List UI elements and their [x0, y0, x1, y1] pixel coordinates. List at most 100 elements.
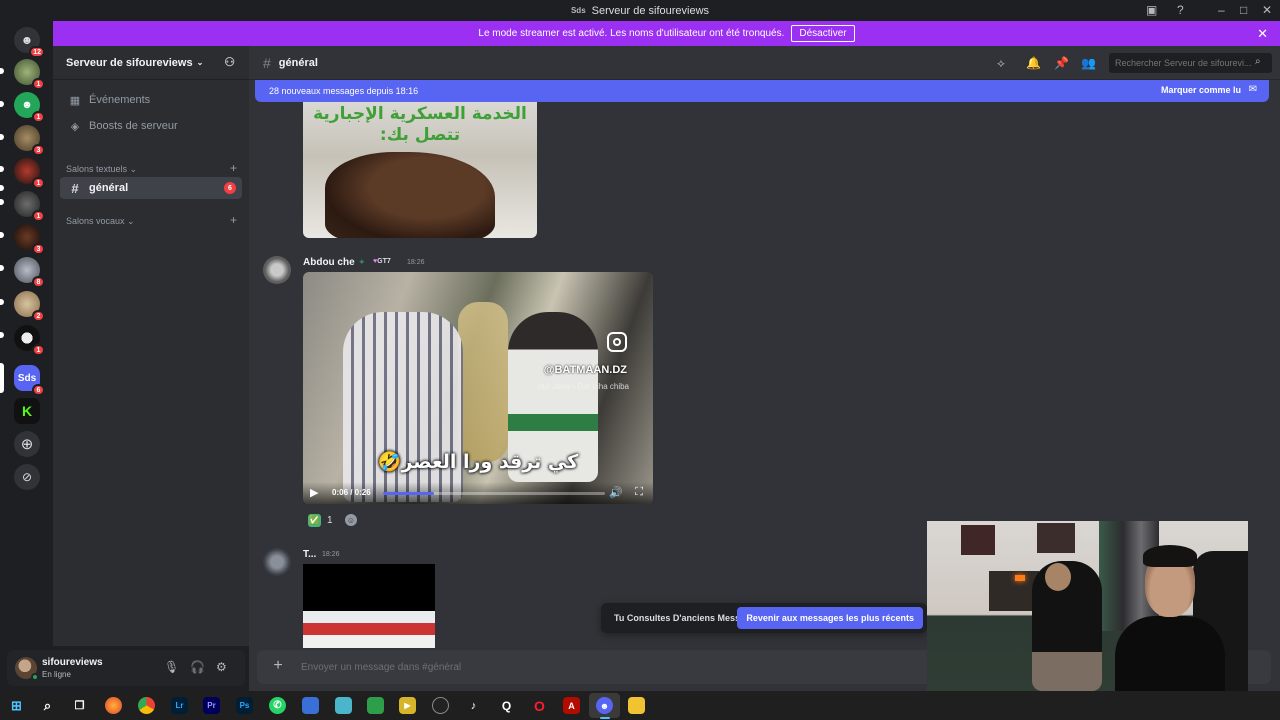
app-yellow-icon[interactable]: ▶: [399, 697, 416, 714]
new-messages-bar[interactable]: 28 nouveaux messages depuis 18:16 Marque…: [255, 80, 1269, 102]
video-progress-slider[interactable]: [383, 492, 605, 495]
category-voice-channels[interactable]: Salons vocaux ⌄: [66, 216, 135, 227]
pin-icon[interactable]: 📌: [1054, 56, 1069, 70]
attach-plus-icon[interactable]: +: [269, 657, 287, 675]
screen-share-icon[interactable]: ▣: [1146, 3, 1157, 17]
create-voice-channel-icon[interactable]: +: [230, 213, 237, 227]
unread-pip: [0, 68, 4, 74]
mark-as-read-button[interactable]: Marquer comme lu: [1161, 85, 1241, 95]
server-icon-4[interactable]: 1: [14, 158, 45, 189]
avatar[interactable]: [263, 548, 291, 576]
unread-pip: [0, 232, 4, 238]
members-icon[interactable]: 👥: [1081, 56, 1096, 70]
firefox-icon[interactable]: [105, 697, 122, 714]
play-icon[interactable]: ▶: [310, 486, 318, 499]
avatar[interactable]: [263, 256, 291, 284]
opera-icon[interactable]: O: [531, 697, 548, 714]
webcam-scene: [1015, 575, 1025, 581]
sidebar-item-boosts[interactable]: ◈ Boosts de serveur: [60, 115, 242, 137]
selected-server-indicator: [0, 363, 4, 393]
category-text-channels[interactable]: Salons textuels ⌄: [66, 164, 137, 175]
video-player[interactable]: @BATMAAN.DZ rad Jaaw • Dor biha chiba كي…: [303, 272, 653, 504]
reaction-pill[interactable]: ✅ 1: [303, 510, 338, 530]
webcam-scene: [961, 525, 995, 555]
server-icon-sds[interactable]: Sds 6: [14, 365, 45, 396]
unread-badge: 2: [32, 310, 45, 322]
unread-pip: [0, 134, 4, 140]
server-icon-1[interactable]: 1: [14, 59, 45, 90]
server-icon-9[interactable]: 1: [14, 325, 45, 356]
add-server-icon[interactable]: ⊕: [14, 431, 40, 457]
message-author[interactable]: T...: [303, 549, 316, 560]
app-green-icon[interactable]: [367, 697, 384, 714]
user-status: En ligne: [42, 670, 71, 679]
acrobat-icon[interactable]: A: [563, 697, 580, 714]
explore-compass-icon[interactable]: ⊘: [14, 464, 40, 490]
file-explorer-icon[interactable]: [628, 697, 645, 714]
server-icon-6[interactable]: 3: [14, 224, 45, 255]
channel-general[interactable]: # général 6: [60, 177, 242, 199]
video-time: 0:06 / 0:26: [332, 488, 371, 497]
maximize-icon[interactable]: □: [1240, 3, 1247, 17]
invite-people-icon[interactable]: ⚇: [224, 55, 235, 69]
webcam-scene: [1037, 523, 1075, 553]
tiktok-icon[interactable]: ♪: [465, 697, 482, 714]
home-discord-icon[interactable]: ☻ 12: [14, 27, 45, 58]
volume-icon[interactable]: 🔊: [609, 486, 623, 499]
app-title-icon: Sds: [570, 6, 586, 15]
server-icon-3[interactable]: 3: [14, 125, 45, 156]
video-frame-figure: [458, 302, 508, 462]
bell-icon[interactable]: 🔔: [1026, 56, 1041, 70]
lightroom-icon[interactable]: Lr: [171, 697, 188, 714]
unread-badge: 1: [32, 344, 45, 356]
app-q-icon[interactable]: Q: [498, 697, 515, 714]
obs-icon[interactable]: [432, 697, 449, 714]
unread-pip: [0, 265, 4, 271]
microphone-icon[interactable]: 🎙: [164, 660, 179, 674]
hash-icon: #: [71, 180, 79, 196]
message-input[interactable]: [301, 658, 901, 676]
message-author[interactable]: Abdou che: [303, 257, 355, 268]
app-blue-icon[interactable]: [302, 697, 319, 714]
headphones-icon[interactable]: 🎧: [190, 660, 205, 674]
unread-badge: 6: [32, 384, 45, 396]
help-icon[interactable]: ?: [1177, 3, 1184, 17]
unread-count-badge: 6: [224, 182, 236, 194]
settings-gear-icon[interactable]: ⚙: [216, 660, 227, 674]
unread-badge: 1: [32, 78, 45, 90]
role-tag[interactable]: ♥GT7: [373, 258, 391, 265]
minimize-icon[interactable]: –: [1218, 3, 1225, 17]
chrome-icon[interactable]: [138, 697, 155, 714]
app-teal-icon[interactable]: [335, 697, 352, 714]
windows-start-icon[interactable]: ⊞: [8, 697, 25, 714]
discord-icon[interactable]: ☻: [596, 697, 613, 714]
server-header[interactable]: Serveur de sifoureviews ⌄ ⚇: [53, 46, 249, 80]
message-image-attachment[interactable]: [303, 564, 435, 648]
premiere-icon[interactable]: Pr: [203, 697, 220, 714]
add-reaction-icon[interactable]: ☺: [345, 514, 357, 526]
jump-to-present-button[interactable]: Revenir aux messages les plus récents: [737, 607, 923, 629]
threads-icon[interactable]: ⟡: [997, 56, 1005, 71]
task-view-icon[interactable]: ❐: [71, 697, 88, 714]
message-image-attachment[interactable]: الخدمة العسكرية الإجبارية تتصل بك:: [303, 102, 537, 238]
close-banner-icon[interactable]: ✕: [1257, 26, 1268, 42]
server-icon-kick[interactable]: K: [14, 398, 40, 424]
video-frame-figure: [343, 312, 463, 502]
create-channel-icon[interactable]: +: [230, 161, 237, 175]
sidebar-item-events[interactable]: ▦ Événements: [60, 89, 242, 111]
fullscreen-icon[interactable]: ⛶: [635, 486, 643, 499]
server-icon-8[interactable]: 2: [14, 291, 45, 322]
search-input[interactable]: [1109, 53, 1272, 73]
unread-badge: 1: [32, 210, 45, 222]
photoshop-icon[interactable]: Ps: [236, 697, 253, 714]
disable-streamer-button[interactable]: Désactiver: [791, 25, 855, 42]
unread-badge: 3: [32, 243, 45, 255]
server-icon-5[interactable]: 1: [14, 191, 45, 222]
search-icon[interactable]: ⌕: [39, 697, 56, 714]
server-icon-2[interactable]: ☻ 1: [14, 92, 45, 123]
whatsapp-icon[interactable]: ✆: [269, 697, 286, 714]
boost-gem-icon: ◈: [70, 120, 80, 133]
active-app-indicator: [600, 717, 610, 719]
server-icon-7[interactable]: 8: [14, 257, 45, 288]
close-window-icon[interactable]: ✕: [1262, 3, 1272, 17]
